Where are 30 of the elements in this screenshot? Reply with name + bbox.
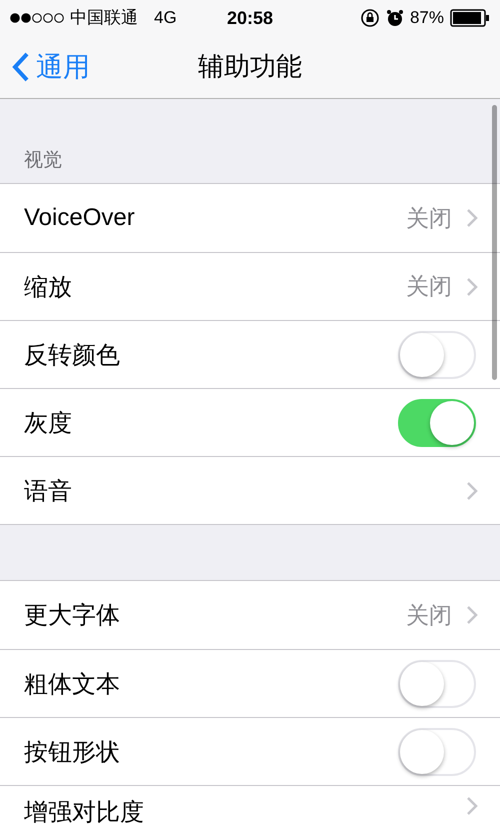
back-chevron-icon	[12, 52, 30, 82]
setting-label[interactable]: 反转颜色	[24, 338, 120, 371]
setting-value: 关闭	[406, 272, 452, 302]
toggle-switch[interactable]	[398, 398, 476, 447]
status-time: 20:58	[226, 8, 274, 29]
page-title: 辅助功能	[198, 50, 302, 84]
chevron-icon	[466, 276, 478, 297]
setting-value: 关闭	[406, 600, 452, 630]
setting-label[interactable]: 按钮形状	[24, 736, 120, 768]
battery-percent: 87%	[410, 8, 444, 28]
network-type: 4G	[154, 8, 177, 28]
setting-label[interactable]: 粗体文本	[24, 668, 120, 700]
carrier-name: 中国联通	[70, 7, 138, 30]
signal-icon	[10, 12, 64, 23]
setting-value: 关闭	[406, 204, 452, 233]
setting-label[interactable]: 语音	[24, 474, 72, 507]
chevron-icon	[466, 796, 478, 816]
setting-label[interactable]: 增强对比度	[24, 796, 144, 828]
setting-label[interactable]: 更大字体	[24, 599, 120, 631]
alarm-icon	[386, 8, 404, 27]
setting-label[interactable]: 缩放	[24, 270, 72, 303]
battery-icon	[450, 8, 490, 27]
section-header: 视觉	[24, 149, 62, 174]
back-button[interactable]: 通用	[0, 48, 90, 85]
setting-label[interactable]: 灰度	[24, 406, 72, 439]
chevron-icon	[466, 480, 478, 501]
setting-label[interactable]: VoiceOver	[24, 204, 135, 232]
rotation-lock-icon	[360, 8, 380, 28]
chevron-icon	[466, 208, 478, 228]
chevron-icon	[466, 605, 478, 625]
